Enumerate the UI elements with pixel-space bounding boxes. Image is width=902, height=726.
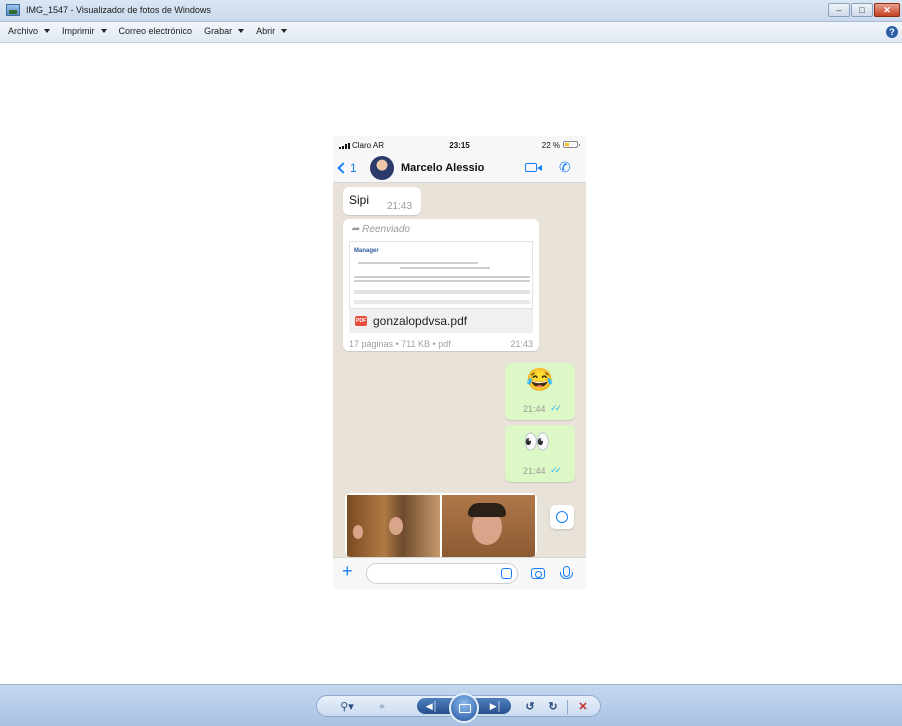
menu-abrir[interactable]: Abrir (256, 26, 288, 36)
minimize-button[interactable]: – (828, 3, 850, 17)
message-bubble-out: 😂 21:44 ✓✓ (505, 363, 575, 420)
chevron-left-icon (337, 162, 349, 174)
delete-icon[interactable]: ✕ (575, 699, 591, 715)
emoji-laughing: 😂 (526, 367, 554, 392)
microphone-icon (560, 566, 573, 579)
menu-archivo[interactable]: Archivo (8, 26, 51, 36)
unread-count: 1 (350, 161, 357, 175)
document-message: ➦ Reenviado Manager PDF gonzalopdvsa.pdf… (343, 219, 539, 351)
help-icon[interactable]: ? (886, 26, 898, 38)
photo-message (345, 493, 537, 557)
fit-window-icon[interactable]: ⌖ (373, 699, 391, 715)
rotate-clockwise-icon[interactable]: ↻ (545, 699, 561, 715)
forwarded-text: Reenviado (362, 224, 410, 235)
photo-viewer-window: IMG_1547 - Visualizador de fotos de Wind… (0, 0, 902, 726)
chat-area: Sipi 21:43 ➦ Reenviado Manager PDF gonza… (333, 183, 586, 557)
message-input-bar: + (333, 557, 586, 589)
pdf-filename: gonzalopdvsa.pdf (373, 314, 468, 328)
displayed-image: Claro AR 23:15 22 % 1 Marcelo Alessio ✆ … (333, 136, 586, 589)
document-brand: Manager (354, 248, 379, 254)
sticker-icon (501, 568, 512, 579)
window-title: IMG_1547 - Visualizador de fotos de Wind… (26, 5, 211, 15)
menu-correo[interactable]: Correo electrónico (119, 26, 193, 36)
forwarded-label: ➦ Reenviado (351, 224, 410, 235)
menu-imprimir[interactable]: Imprimir (62, 26, 107, 36)
message-input (366, 563, 518, 584)
message-bubble-in: Sipi 21:43 (343, 187, 421, 215)
navigation-group: ◀│ ▶│ (417, 693, 511, 723)
phone-icon: ✆ (559, 159, 571, 175)
document-meta: 17 páginas • 711 KB • pdf (349, 339, 451, 349)
photo-viewer-app-icon (6, 4, 20, 16)
message-time: 21:44 (523, 466, 546, 476)
chevron-down-icon (238, 29, 245, 33)
control-pill: ⚲▾ ⌖ ◀│ ▶│ ↺ ↻ ✕ (316, 693, 601, 723)
photo-thumbnail (442, 495, 535, 557)
read-receipt-icon: ✓✓ (550, 403, 562, 413)
menu-correo-label: Correo electrónico (118, 26, 193, 36)
plus-icon: + (342, 561, 353, 581)
message-time: 21:43 (510, 339, 533, 349)
emoji-eyes: 👀 (523, 429, 551, 454)
viewer-control-bar: ⚲▾ ⌖ ◀│ ▶│ ↺ ↻ ✕ (0, 684, 902, 726)
menu-bar: Archivo Imprimir Correo electrónico Grab… (0, 22, 902, 43)
photo-thumbnail (347, 495, 440, 557)
chevron-down-icon (281, 29, 288, 33)
message-time: 21:44 (523, 404, 546, 414)
previous-icon[interactable]: ◀│ (423, 698, 441, 714)
rotate-counterclockwise-icon[interactable]: ↺ (522, 699, 538, 715)
read-receipt-icon: ✓✓ (550, 465, 562, 475)
camera-icon (531, 568, 545, 579)
maximize-button[interactable]: □ (851, 3, 873, 17)
back-button: 1 (337, 161, 357, 175)
message-text: Sipi (349, 193, 370, 207)
phone-status-bar: Claro AR 23:15 22 % (333, 136, 586, 153)
contact-name: Marcelo Alessio (401, 162, 485, 174)
video-icon (525, 163, 542, 172)
title-bar[interactable]: IMG_1547 - Visualizador de fotos de Wind… (0, 0, 902, 22)
chevron-down-icon (100, 29, 107, 33)
battery-percent: 22 % (541, 141, 560, 150)
avatar (370, 156, 394, 180)
chat-header: 1 Marcelo Alessio ✆ (333, 153, 586, 183)
menu-grabar[interactable]: Grabar (204, 26, 245, 36)
message-time: 21:43 (387, 201, 413, 212)
menu-imprimir-label: Imprimir (62, 26, 95, 36)
menu-abrir-label: Abrir (256, 26, 276, 36)
separator (567, 700, 568, 714)
menu-archivo-label: Archivo (8, 26, 39, 36)
slideshow-icon[interactable] (449, 693, 479, 723)
battery-icon (563, 141, 580, 148)
close-button[interactable]: ✕ (874, 3, 900, 17)
chevron-down-icon (44, 29, 51, 33)
next-icon[interactable]: ▶│ (487, 698, 505, 714)
zoom-icon[interactable]: ⚲▾ (335, 699, 359, 715)
scroll-down-button (550, 505, 574, 529)
document-preview: Manager (349, 241, 533, 309)
menu-grabar-label: Grabar (204, 26, 233, 36)
pdf-file-row: PDF gonzalopdvsa.pdf (349, 309, 533, 333)
pdf-icon: PDF (355, 316, 367, 326)
message-bubble-out: 👀 21:44 ✓✓ (505, 425, 575, 482)
